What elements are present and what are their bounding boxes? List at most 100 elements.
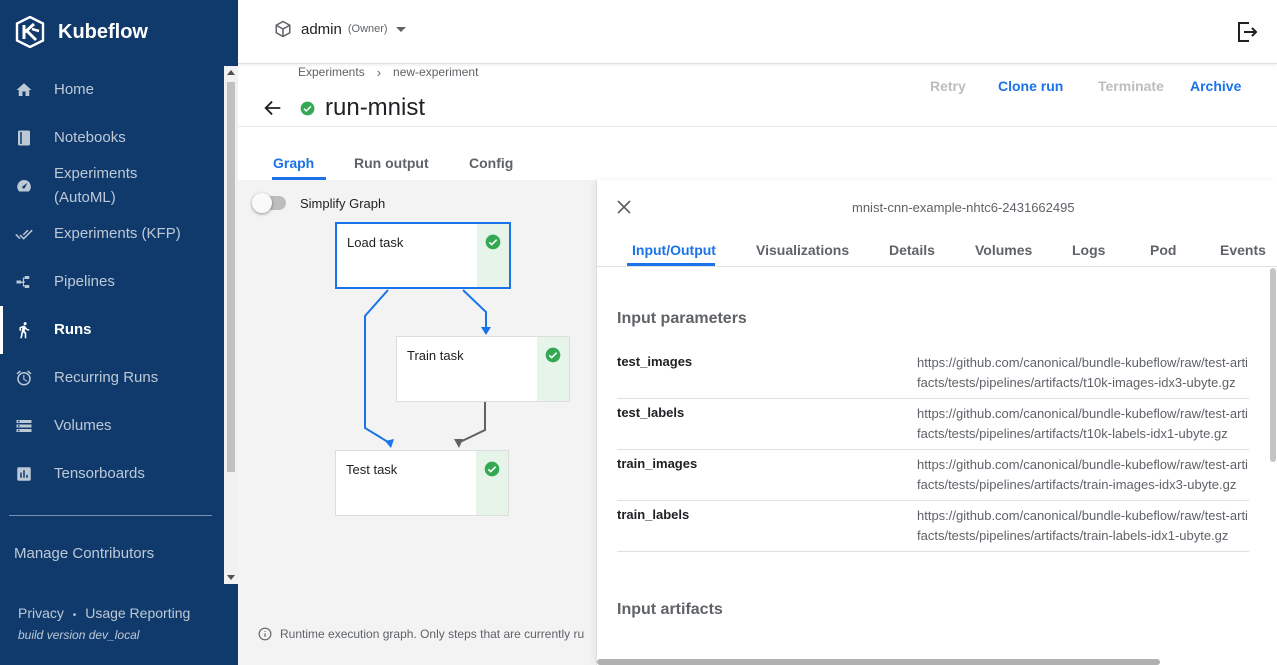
tab-visualizations[interactable]: Visualizations [756, 242, 849, 258]
sidebar-divider [9, 515, 212, 516]
close-icon[interactable] [615, 198, 633, 216]
top-bar: admin (Owner) [238, 0, 1277, 64]
success-check-icon [485, 234, 501, 250]
tab-input-output[interactable]: Input/Output [632, 242, 716, 258]
kubeflow-logo-icon [15, 16, 45, 48]
info-icon [258, 627, 272, 641]
pod-name: mnist-cnn-example-nhtc6-2431662495 [852, 200, 1075, 215]
node-status [477, 224, 509, 287]
node-details-panel: mnist-cnn-example-nhtc6-2431662495 Input… [596, 180, 1277, 665]
node-status [476, 451, 508, 515]
sidebar-item-label: Pipelines [54, 273, 115, 290]
run-title: run-mnist [325, 94, 426, 121]
sidebar-item-label: Experiments (KFP) [54, 225, 181, 242]
sidebar-scrollbar[interactable] [224, 66, 238, 584]
param-row: train_labels https://github.com/canonica… [617, 501, 1249, 552]
footer-bullet: • [72, 610, 77, 621]
input-parameters-table: test_images https://github.com/canonical… [617, 348, 1249, 552]
pipeline-icon [14, 272, 34, 292]
sidebar-item-experiments-kfp[interactable]: Experiments (KFP) [0, 210, 224, 258]
namespace-selector[interactable]: admin (Owner) [274, 20, 406, 38]
sidebar-item-label: Notebooks [54, 129, 126, 146]
sidebar-item-pipelines[interactable]: Pipelines [0, 258, 224, 306]
run-icon [14, 320, 34, 340]
usage-reporting-link[interactable]: Usage Reporting [85, 605, 190, 621]
scroll-down-arrow-icon[interactable] [227, 575, 235, 580]
brand[interactable]: Kubeflow [14, 14, 148, 50]
input-artifacts-title: Input artifacts [617, 601, 723, 618]
run-actions: Retry Clone run Terminate Archive [0, 78, 1277, 96]
node-label: Load task [347, 235, 404, 250]
storage-icon [14, 416, 34, 436]
sidebar-item-label: Volumes [54, 417, 112, 434]
sidebar-item-notebooks[interactable]: Notebooks [0, 114, 224, 162]
tab-events[interactable]: Events [1220, 242, 1266, 258]
edge-load-to-train [462, 289, 491, 335]
run-title-row: run-mnist [262, 94, 425, 122]
tab-logs[interactable]: Logs [1072, 242, 1105, 258]
scroll-up-arrow-icon[interactable] [227, 70, 235, 75]
param-value: https://github.com/canonical/bundle-kube… [917, 355, 1248, 390]
retry-button[interactable]: Retry [930, 78, 966, 94]
tabs-divider [597, 266, 1277, 267]
sidebar-item-tensorboards[interactable]: Tensorboards [0, 450, 224, 498]
tab-volumes[interactable]: Volumes [975, 242, 1032, 258]
graph-node-load-task[interactable]: Load task [335, 222, 511, 289]
archive-button[interactable]: Archive [1190, 78, 1241, 94]
node-label: Test task [346, 462, 398, 477]
header-divider [238, 126, 1277, 127]
privacy-link[interactable]: Privacy [18, 605, 64, 621]
scrollbar-thumb[interactable] [227, 82, 235, 472]
param-key: test_labels [617, 405, 685, 420]
sidebar-item-label: Recurring Runs [54, 369, 159, 386]
tab-config[interactable]: Config [469, 155, 513, 171]
scrollbar-thumb[interactable] [1270, 268, 1276, 462]
param-row: train_images https://github.com/canonica… [617, 450, 1249, 501]
sidebar-item-label: Experiments (AutoML) [54, 165, 138, 206]
namespace-role: (Owner) [347, 23, 388, 35]
param-value: https://github.com/canonical/bundle-kube… [917, 508, 1248, 543]
tab-pod[interactable]: Pod [1150, 242, 1176, 258]
tab-graph[interactable]: Graph [273, 155, 314, 171]
namespace-cube-icon [275, 20, 291, 38]
graph-note-text: Runtime execution graph. Only steps that… [280, 627, 585, 641]
brand-name: Kubeflow [58, 20, 148, 43]
notebook-icon [14, 128, 34, 148]
panel-horizontal-scrollbar[interactable] [597, 659, 1160, 665]
tab-details[interactable]: Details [889, 242, 935, 258]
sidebar-item-recurring-runs[interactable]: Recurring Runs [0, 354, 224, 402]
panel-vertical-scrollbar[interactable] [1267, 266, 1277, 658]
manage-contributors-link[interactable]: Manage Contributors [14, 545, 154, 562]
param-key: train_labels [617, 507, 690, 522]
graph-node-train-task[interactable]: Train task [396, 336, 570, 402]
input-parameters-title: Input parameters [617, 310, 747, 327]
success-check-icon [484, 461, 500, 477]
terminate-button[interactable]: Terminate [1098, 78, 1164, 94]
graph-pane: Simplify Graph Load task Train task Test… [238, 180, 596, 665]
param-value: https://github.com/canonical/bundle-kube… [917, 457, 1248, 492]
breadcrumb-experiment-name[interactable]: new-experiment [393, 65, 478, 79]
success-check-icon [300, 101, 315, 115]
sidebar-item-experiments-automl[interactable]: Experiments (AutoML) [0, 162, 224, 210]
edge-train-to-test [454, 402, 486, 448]
back-arrow-icon[interactable] [262, 97, 284, 119]
logout-icon[interactable] [1235, 20, 1259, 44]
sidebar-item-volumes[interactable]: Volumes [0, 402, 224, 450]
param-key: test_images [617, 354, 693, 369]
breadcrumb-experiments[interactable]: Experiments [298, 65, 365, 79]
param-row: test_labels https://github.com/canonical… [617, 399, 1249, 450]
build-version: build version dev_local [18, 628, 140, 642]
node-label: Train task [407, 348, 464, 363]
graph-node-test-task[interactable]: Test task [335, 450, 509, 516]
param-value: https://github.com/canonical/bundle-kube… [917, 406, 1248, 441]
tab-run-output[interactable]: Run output [354, 155, 429, 171]
sidebar-item-label: Runs [54, 321, 92, 338]
sidebar-item-runs[interactable]: Runs [0, 306, 224, 354]
chart-icon [14, 464, 34, 484]
edge-load-to-test [364, 289, 394, 448]
alarm-icon [14, 368, 34, 388]
clone-run-button[interactable]: Clone run [998, 78, 1063, 94]
check-all-icon [14, 224, 34, 244]
graph-note: Runtime execution graph. Only steps that… [258, 627, 584, 641]
footer-links: Privacy • Usage Reporting [18, 605, 190, 621]
